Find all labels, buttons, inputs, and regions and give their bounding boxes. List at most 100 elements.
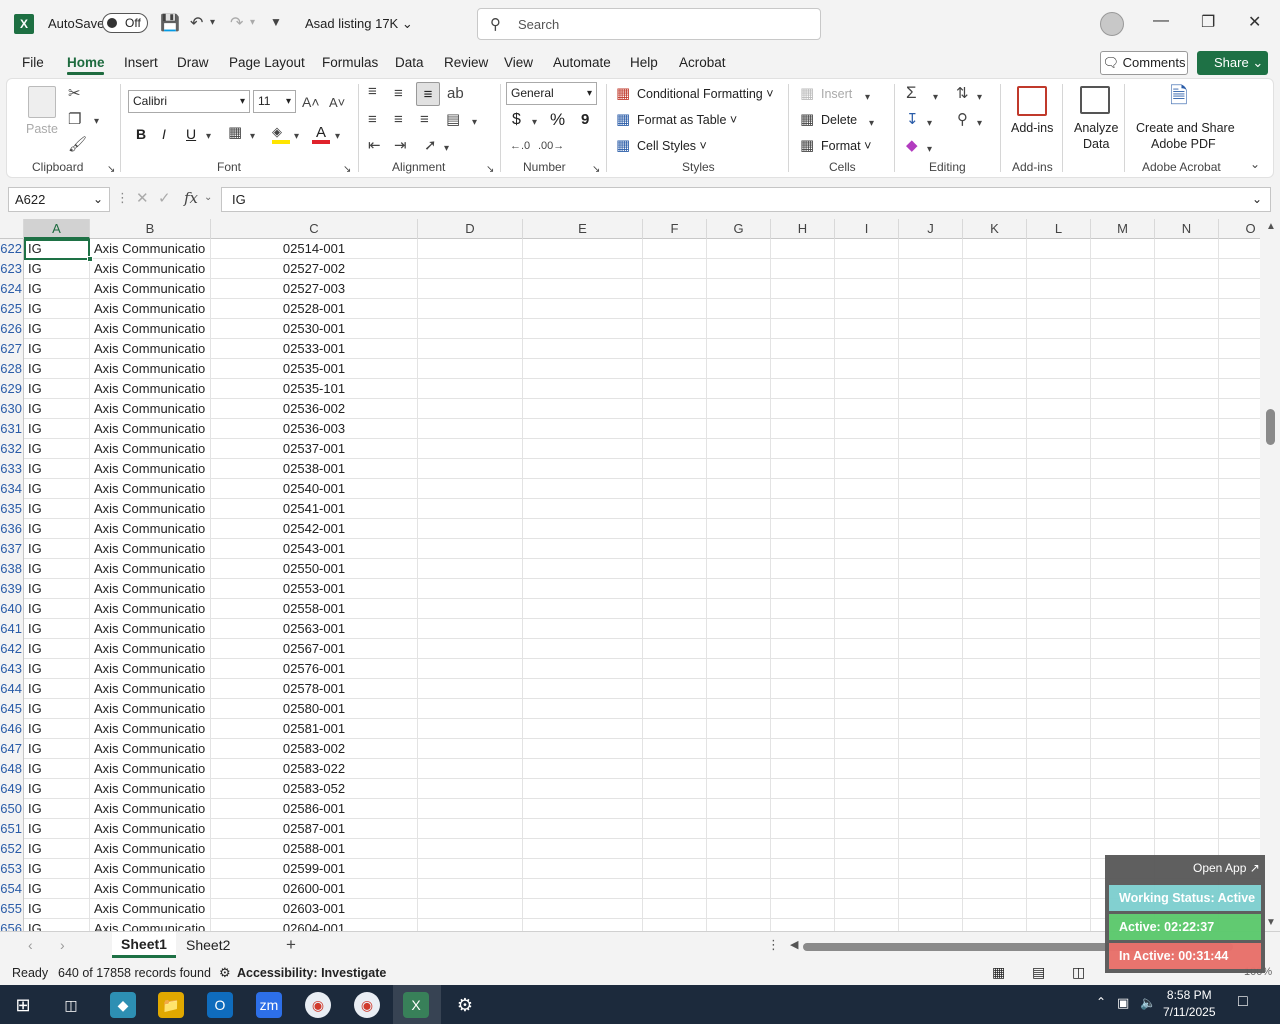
row-header[interactable]: 643: [0, 659, 24, 679]
empty-cell[interactable]: [707, 679, 771, 699]
empty-cell[interactable]: [1155, 519, 1219, 539]
empty-cell[interactable]: [771, 299, 835, 319]
analyze-data-line1[interactable]: Analyze: [1074, 121, 1118, 135]
empty-cell[interactable]: [418, 839, 523, 859]
decrease-font-icon[interactable]: A˅: [329, 95, 345, 111]
empty-cell[interactable]: [899, 439, 963, 459]
empty-cell[interactable]: [835, 739, 899, 759]
empty-cell[interactable]: [1155, 279, 1219, 299]
empty-cell[interactable]: [1027, 859, 1091, 879]
row-header[interactable]: 635: [0, 499, 24, 519]
tab-formulas[interactable]: Formulas: [322, 55, 378, 70]
empty-cell[interactable]: [899, 759, 963, 779]
empty-cell[interactable]: [418, 299, 523, 319]
empty-cell[interactable]: [418, 559, 523, 579]
scroll-left-icon[interactable]: ◀: [790, 938, 798, 951]
empty-cell[interactable]: [771, 879, 835, 899]
empty-cell[interactable]: [1155, 599, 1219, 619]
scroll-down-icon[interactable]: ▼: [1266, 917, 1276, 928]
cell-b[interactable]: Axis Communicatio: [90, 579, 211, 599]
empty-cell[interactable]: [1027, 839, 1091, 859]
cell-b[interactable]: Axis Communicatio: [90, 919, 211, 931]
chrome-icon[interactable]: ◉: [305, 992, 331, 1018]
row-header[interactable]: 625: [0, 299, 24, 319]
empty-cell[interactable]: [1027, 739, 1091, 759]
empty-cell[interactable]: [963, 239, 1027, 259]
outlook-icon[interactable]: O: [207, 992, 233, 1018]
empty-cell[interactable]: [523, 319, 643, 339]
empty-cell[interactable]: [1219, 439, 1260, 459]
cell-b[interactable]: Axis Communicatio: [90, 659, 211, 679]
empty-cell[interactable]: [771, 239, 835, 259]
column-header-f[interactable]: F: [643, 219, 707, 239]
empty-cell[interactable]: [963, 599, 1027, 619]
empty-cell[interactable]: [643, 879, 707, 899]
empty-cell[interactable]: [835, 819, 899, 839]
empty-cell[interactable]: [1219, 279, 1260, 299]
empty-cell[interactable]: [523, 839, 643, 859]
empty-cell[interactable]: [771, 359, 835, 379]
empty-cell[interactable]: [963, 919, 1027, 931]
vertical-scrollbar[interactable]: ▲ ▼: [1262, 219, 1280, 931]
tab-home[interactable]: Home: [67, 55, 105, 70]
currency-button[interactable]: $: [512, 111, 521, 129]
empty-cell[interactable]: [1155, 619, 1219, 639]
empty-cell[interactable]: [835, 419, 899, 439]
empty-cell[interactable]: [1155, 359, 1219, 379]
empty-cell[interactable]: [643, 679, 707, 699]
empty-cell[interactable]: [963, 379, 1027, 399]
enter-icon[interactable]: ✓: [158, 189, 171, 207]
close-icon[interactable]: ✕: [1248, 12, 1261, 32]
bold-button[interactable]: B: [136, 126, 146, 142]
zoom-icon[interactable]: zm: [256, 992, 282, 1018]
empty-cell[interactable]: [523, 499, 643, 519]
empty-cell[interactable]: [899, 599, 963, 619]
empty-cell[interactable]: [707, 599, 771, 619]
row-header[interactable]: 641: [0, 619, 24, 639]
font-size-select[interactable]: 11 ▾: [253, 90, 296, 113]
cell-a[interactable]: IG: [24, 379, 90, 399]
cell-a[interactable]: IG: [24, 239, 90, 259]
empty-cell[interactable]: [707, 319, 771, 339]
cell-a[interactable]: IG: [24, 759, 90, 779]
row-header[interactable]: 653: [0, 859, 24, 879]
empty-cell[interactable]: [418, 439, 523, 459]
empty-cell[interactable]: [418, 899, 523, 919]
cancel-icon[interactable]: ✕: [136, 189, 149, 207]
empty-cell[interactable]: [899, 479, 963, 499]
align-top-icon[interactable]: ≡: [368, 84, 377, 100]
cell-c[interactable]: 02588-001: [211, 839, 418, 859]
empty-cell[interactable]: [1219, 719, 1260, 739]
find-dropdown-icon[interactable]: ▾: [977, 116, 982, 132]
empty-cell[interactable]: [707, 479, 771, 499]
empty-cell[interactable]: [1027, 299, 1091, 319]
empty-cell[interactable]: [835, 319, 899, 339]
tab-insert[interactable]: Insert: [124, 55, 158, 70]
empty-cell[interactable]: [1091, 379, 1155, 399]
empty-cell[interactable]: [643, 839, 707, 859]
empty-cell[interactable]: [523, 659, 643, 679]
empty-cell[interactable]: [523, 459, 643, 479]
cell-c[interactable]: 02600-001: [211, 879, 418, 899]
empty-cell[interactable]: [1091, 619, 1155, 639]
empty-cell[interactable]: [771, 459, 835, 479]
empty-cell[interactable]: [1027, 559, 1091, 579]
empty-cell[interactable]: [771, 599, 835, 619]
empty-cell[interactable]: [835, 439, 899, 459]
page-break-view-icon[interactable]: ◫: [1072, 964, 1085, 981]
cell-a[interactable]: IG: [24, 699, 90, 719]
empty-cell[interactable]: [1155, 659, 1219, 679]
empty-cell[interactable]: [963, 799, 1027, 819]
empty-cell[interactable]: [963, 419, 1027, 439]
cell-styles-button[interactable]: Cell Styles ˅: [637, 139, 707, 153]
cell-a[interactable]: IG: [24, 819, 90, 839]
empty-cell[interactable]: [707, 359, 771, 379]
empty-cell[interactable]: [771, 339, 835, 359]
empty-cell[interactable]: [899, 539, 963, 559]
column-header-e[interactable]: E: [523, 219, 643, 239]
empty-cell[interactable]: [418, 279, 523, 299]
settings-icon[interactable]: ⚙: [452, 992, 478, 1018]
empty-cell[interactable]: [523, 739, 643, 759]
empty-cell[interactable]: [835, 279, 899, 299]
delete-dropdown-icon[interactable]: ▾: [869, 116, 874, 132]
